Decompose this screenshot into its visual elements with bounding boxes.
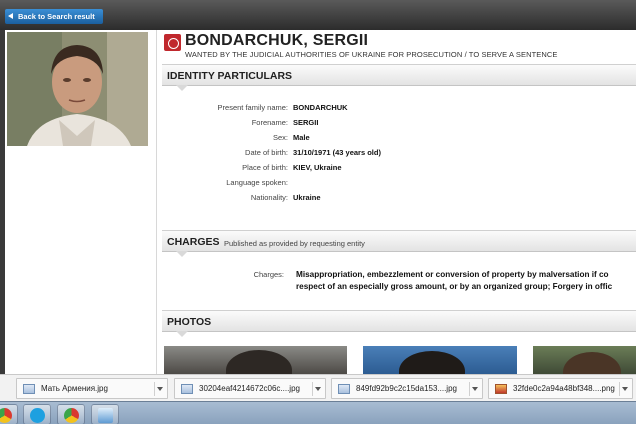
downloads-bar: Мать Армения.jpg 30204eaf4214672c06c....… [0,374,636,401]
divider [469,382,470,396]
skype-icon [30,408,45,423]
windows-taskbar [0,401,636,424]
left-edge-bar [0,30,5,374]
chrome-icon [64,408,79,423]
taskbar-button[interactable] [0,404,18,424]
charges-line: respect of an especially gross amount, o… [296,282,613,291]
field-label: Date of birth: [245,148,288,157]
image-file-icon [181,384,193,394]
chevron-down-icon[interactable] [472,387,478,391]
field-label: Place of birth: [242,163,288,172]
taskbar-button[interactable] [91,404,119,424]
field-value: BONDARCHUK [293,103,348,112]
download-item[interactable]: 849fd92b9c2c15da153....jpg [331,378,483,399]
charges-section-subtitle: Published as provided by requesting enti… [224,239,365,248]
section-notch [176,251,188,257]
chevron-down-icon[interactable] [157,387,163,391]
download-filename: 849fd92b9c2c15da153....jpg [356,384,457,393]
section-notch [176,331,188,337]
download-item[interactable]: 32fde0c2a94a48bf348....png [488,378,633,399]
field-label: Nationality: [250,193,288,202]
column-divider [156,30,157,374]
field-value: KIEV, Ukraine [293,163,342,172]
identity-row: Present family name: BONDARCHUK [162,101,636,116]
chrome-icon [0,408,12,423]
field-value: 31/10/1971 (43 years old) [293,148,381,157]
identity-row: Sex: Male [162,131,636,146]
field-value: Ukraine [293,193,321,202]
identity-section-header: IDENTITY PARTICULARS [162,64,636,91]
interpol-logo-icon [164,34,181,51]
photos-section-header: PHOTOS [162,310,636,337]
image-file-icon [23,384,35,394]
identity-section-title: IDENTITY PARTICULARS [167,70,293,82]
download-item[interactable]: Мать Армения.jpg [16,378,168,399]
back-to-search-button[interactable]: Back to Search result [5,9,103,24]
photo-thumbnail[interactable] [363,346,517,374]
notepad-icon [98,408,113,423]
wanted-statement: WANTED BY THE JUDICIAL AUTHORITIES OF UK… [185,50,558,59]
taskbar-button[interactable] [57,404,85,424]
chevron-down-icon[interactable] [315,387,321,391]
divider [154,382,155,396]
field-label: Forename: [251,118,288,127]
chevron-down-icon[interactable] [622,387,628,391]
charges-text: Misappropriation, embezzlement or conver… [296,269,636,293]
download-filename: Мать Армения.jpg [41,384,108,393]
divider [619,382,620,396]
photo-thumbnail[interactable] [164,346,347,374]
image-file-icon [338,384,350,394]
download-filename: 32fde0c2a94a48bf348....png [513,384,615,393]
field-label: Sex: [272,133,288,142]
section-notch [176,85,188,91]
person-name: BONDARCHUK, SERGII [185,32,369,49]
charges-line: Misappropriation, embezzlement or conver… [296,270,609,279]
field-value: SERGII [293,118,319,127]
charges-section-title: CHARGES [167,236,220,248]
identity-row: Nationality: Ukraine [162,191,636,206]
identity-row: Place of birth: KIEV, Ukraine [162,161,636,176]
field-value: Male [293,133,310,142]
divider [312,382,313,396]
taskbar-button[interactable] [23,404,51,424]
notice-page: BONDARCHUK, SERGII WANTED BY THE JUDICIA… [0,30,636,374]
charges-section-header: CHARGES Published as provided by request… [162,230,636,257]
identity-row: Language spoken: [162,176,636,191]
charges-label: Charges: [253,270,284,279]
field-label: Present family name: [217,103,288,112]
identity-row: Date of birth: 31/10/1971 (43 years old) [162,146,636,161]
identity-row: Forename: SERGII [162,116,636,131]
top-header-bar: Back to Search result [0,0,636,30]
field-label: Language spoken: [226,178,288,187]
photos-section-title: PHOTOS [167,316,212,328]
suspect-portrait [7,32,148,146]
photo-thumbnail[interactable] [533,346,636,374]
png-file-icon [495,384,507,394]
download-item[interactable]: 30204eaf4214672c06c....jpg [174,378,326,399]
download-filename: 30204eaf4214672c06c....jpg [199,384,300,393]
